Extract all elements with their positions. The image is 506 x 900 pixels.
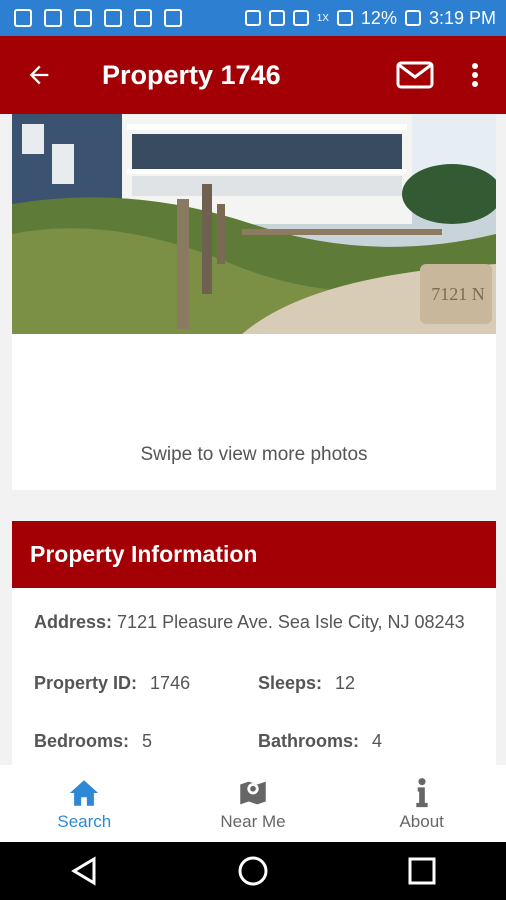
bedrooms-value: 5 xyxy=(142,731,153,751)
notification-icons xyxy=(0,9,182,27)
photo-sign-text: 7121 N xyxy=(431,284,485,304)
bathrooms-label: Bathrooms: xyxy=(258,731,360,751)
beach-house-image xyxy=(12,114,496,334)
tab-about-label: About xyxy=(399,811,444,831)
usb-notification-icon xyxy=(164,9,182,27)
nfc-icon xyxy=(244,10,261,26)
bathrooms-value: 4 xyxy=(372,731,383,751)
swipe-hint: Swipe to view more photos xyxy=(140,444,368,465)
map-pin-icon xyxy=(240,781,266,804)
battery-percent: 12% xyxy=(360,7,397,28)
tab-search[interactable]: Search xyxy=(0,765,169,842)
photo-card: 7121 N Swipe to view more photos xyxy=(12,114,496,490)
address-value: 7121 Pleasure Ave. Sea Isle City, NJ 082… xyxy=(117,612,465,632)
network-type: 1X xyxy=(316,12,329,24)
bottom-tab-bar: Search Near Me About xyxy=(0,765,506,842)
bathrooms-row: Bathrooms: 4 xyxy=(258,731,382,752)
nav-back-icon[interactable] xyxy=(68,855,100,887)
more-options-button[interactable] xyxy=(460,62,490,88)
property-id-row: Property ID: 1746 xyxy=(34,673,190,694)
lock-notification-icon xyxy=(44,9,62,27)
info-icon xyxy=(416,777,428,807)
android-notification-icon xyxy=(134,9,152,27)
mail-icon xyxy=(396,61,434,89)
mail-notification-icon xyxy=(104,9,122,27)
tab-search-label: Search xyxy=(57,811,112,831)
property-id-label: Property ID: xyxy=(34,673,138,693)
battery-icon xyxy=(404,10,421,26)
nav-recents-icon[interactable] xyxy=(406,855,438,887)
address-label: Address: xyxy=(34,612,113,632)
tab-about[interactable]: About xyxy=(337,765,506,842)
home-icon xyxy=(70,779,99,806)
status-bar: 1X 12% 3:19 PM xyxy=(0,0,506,36)
address-row: Address: 7121 Pleasure Ave. Sea Isle Cit… xyxy=(34,611,474,634)
bedrooms-label: Bedrooms: xyxy=(34,731,130,751)
property-info-heading: Property Information xyxy=(12,521,496,588)
back-arrow-icon xyxy=(29,65,49,85)
wifi-icon xyxy=(292,10,309,26)
signal-icon xyxy=(336,10,353,26)
lock2-notification-icon xyxy=(74,9,92,27)
more-vert-icon xyxy=(472,63,478,87)
sleeps-label: Sleeps: xyxy=(258,673,323,693)
image-notification-icon xyxy=(14,9,32,27)
mute-icon xyxy=(268,10,285,26)
system-status: 1X 12% 3:19 PM xyxy=(244,7,506,29)
sleeps-row: Sleeps: 12 xyxy=(258,673,355,694)
system-nav-bar xyxy=(0,842,506,900)
clock: 3:19 PM xyxy=(428,7,496,28)
bedrooms-row: Bedrooms: 5 xyxy=(34,731,152,752)
page-title: Property 1746 xyxy=(102,59,281,90)
property-id-value: 1746 xyxy=(150,673,191,693)
tab-near-me[interactable]: Near Me xyxy=(169,765,338,842)
back-button[interactable] xyxy=(0,61,78,89)
mail-button[interactable] xyxy=(396,61,434,89)
app-bar: Property 1746 xyxy=(0,36,506,114)
sleeps-value: 12 xyxy=(335,673,356,693)
property-photo[interactable]: 7121 N xyxy=(12,114,496,334)
nav-home-icon[interactable] xyxy=(236,854,270,888)
property-info-card: Property Information Address: 7121 Pleas… xyxy=(12,521,496,765)
tab-near-me-label: Near Me xyxy=(220,811,286,831)
